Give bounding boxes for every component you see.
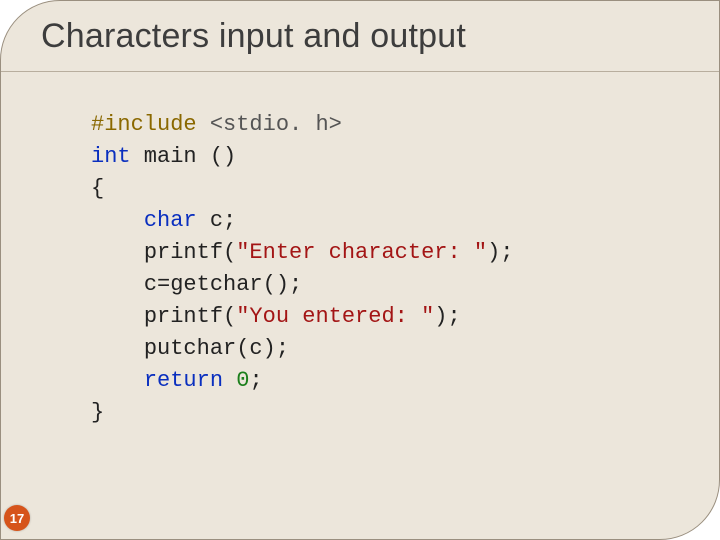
code-text: );: [487, 240, 513, 265]
code-text: c=getchar();: [144, 272, 302, 297]
slide-number-badge: 17: [4, 505, 30, 531]
code-string: "Enter character: ": [236, 240, 487, 265]
slide-title: Characters input and output: [41, 17, 466, 56]
code-keyword: char: [144, 208, 197, 233]
code-brace-open: {: [91, 176, 104, 201]
code-keyword: return: [144, 368, 223, 393]
code-number: 0: [236, 368, 249, 393]
code-preprocessor: #include: [91, 112, 210, 137]
code-fn: printf(: [144, 240, 236, 265]
code-text: putchar(c);: [144, 336, 289, 361]
code-text: c;: [197, 208, 237, 233]
code-fn: printf(: [144, 304, 236, 329]
slide-frame: Characters input and output #include <st…: [0, 0, 720, 540]
code-text: main (): [131, 144, 237, 169]
code-string: "You entered: ": [236, 304, 434, 329]
code-brace-close: }: [91, 400, 104, 425]
title-divider: [1, 71, 719, 72]
code-keyword: int: [91, 144, 131, 169]
code-text: ;: [249, 368, 262, 393]
code-block: #include <stdio. h> int main () { char c…: [91, 109, 513, 429]
code-text: [223, 368, 236, 393]
code-text: );: [434, 304, 460, 329]
code-include-path: <stdio. h>: [210, 112, 342, 137]
